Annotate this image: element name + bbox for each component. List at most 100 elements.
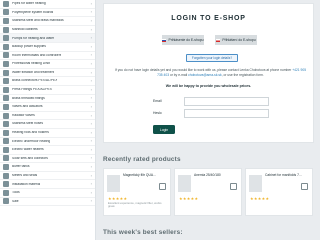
product-card[interactable]: Anemia 25/40/180 ★★★★★ (174, 168, 242, 216)
sidebar-item[interactable]: Stainless steel hoses › (0, 120, 95, 129)
czech-flag-icon (216, 38, 221, 42)
chevron-right-icon: › (90, 17, 92, 23)
product-card[interactable]: Magnetický filtr QUA... ★★★★★ Excellent … (103, 168, 171, 216)
sidebar-item-label: Valves and actuators (12, 105, 43, 109)
login-button-label: Login (159, 127, 169, 132)
chevron-right-icon: › (90, 103, 92, 109)
chevron-right-icon: › (90, 164, 92, 170)
sidebar-item[interactable]: Solar sets and collectors › (0, 155, 95, 164)
category-icon (3, 0, 9, 7)
sidebar-item[interactable]: Backup power supplies › (0, 43, 95, 52)
sidebar-item-label: Installation material (12, 182, 41, 186)
category-icon (3, 35, 9, 42)
sidebar-item[interactable]: Brass threaded fittings › (0, 95, 95, 104)
chevron-right-icon: › (90, 35, 92, 41)
sidebar-item[interactable]: Press Fittings PEX/AL/PEX › (0, 86, 95, 95)
sidebar-item[interactable]: Professional heating DWB › (0, 60, 95, 69)
product-name[interactable]: Magnetický filtr QUA... (123, 173, 170, 177)
chevron-right-icon: › (90, 26, 92, 32)
chevron-right-icon: › (90, 181, 92, 187)
contact-info-text: If you do not have login details yet and… (112, 68, 309, 78)
email-link[interactable]: chobotova@ama-sk.sk (188, 73, 222, 77)
category-icon (3, 164, 9, 171)
category-icon (3, 155, 9, 162)
chevron-right-icon: › (90, 52, 92, 58)
login-button[interactable]: Login (153, 125, 175, 134)
sidebar-item-label: Solar sets and collectors (12, 156, 48, 160)
sidebar-item[interactable]: Electric underfloor heating › (0, 138, 95, 147)
sidebar-item[interactable]: Electric water heaters › (0, 146, 95, 155)
category-icon (3, 129, 9, 136)
chevron-right-icon: › (90, 95, 92, 101)
sidebar-item-label: Sale (12, 199, 19, 203)
wholesale-note: We will be happy to provide you wholesal… (165, 84, 252, 88)
email-label: Email (153, 99, 162, 103)
email-field[interactable] (184, 97, 269, 106)
sidebar-item[interactable]: Room thermostats and controllers › (0, 52, 95, 61)
sidebar-item-label: Meters and seals (12, 174, 38, 178)
category-icon (3, 26, 9, 33)
sidebar-item-label: Professional heating DWB (12, 62, 51, 66)
sidebar-item[interactable]: Valves and actuators › (0, 103, 95, 112)
product-image (178, 175, 191, 192)
sidebar-item[interactable]: Buffer tanks › (0, 163, 95, 172)
category-icon (3, 103, 9, 110)
category-icon (3, 138, 9, 145)
contact-text-2: or by e-mail (169, 73, 189, 77)
chevron-right-icon: › (90, 43, 92, 49)
sidebar-item[interactable]: Tools › (0, 189, 95, 198)
cart-icon[interactable] (301, 183, 308, 190)
sidebar-item-label: Polyethylene system boards (12, 10, 54, 14)
category-icon (3, 69, 9, 76)
category-icon (3, 9, 9, 16)
login-sk-label: Prihlásenie do E-shopu (168, 38, 204, 42)
password-field[interactable] (184, 109, 269, 118)
chevron-right-icon: › (90, 155, 92, 161)
chevron-right-icon: › (90, 0, 92, 6)
sidebar-item[interactable]: Installation material › (0, 180, 95, 190)
sidebar-item[interactable]: Radiator valves › (0, 112, 95, 121)
product-name[interactable]: Cabinet for manifolds 7... (265, 173, 312, 177)
cart-icon[interactable] (230, 183, 237, 190)
sidebar-item[interactable]: Heating rods and holders › (0, 129, 95, 138)
category-icon (3, 146, 9, 153)
chevron-right-icon: › (90, 60, 92, 66)
sidebar-item[interactable]: Polyethylene system boards › (0, 9, 95, 18)
login-cz-label: Přihlášení do E-shopu (222, 38, 256, 42)
category-icon (3, 86, 9, 93)
product-name[interactable]: Anemia 25/40/180 (194, 173, 241, 177)
category-icon (3, 181, 9, 188)
sidebar-item-label: Radiator valves (12, 113, 35, 117)
rating-stars-icon: ★★★★★ (179, 196, 199, 201)
chevron-right-icon: › (90, 172, 92, 178)
forgot-login-label: Forgotten your login details? (191, 56, 233, 60)
sidebar-item[interactable]: Stainless steel and brass manifolds › (0, 17, 95, 26)
sidebar-item[interactable]: Brass connectors PEX/AL/PEX › (0, 77, 95, 86)
chevron-right-icon: › (90, 78, 92, 84)
sidebar-item-label: Stainless steel hoses (12, 122, 43, 126)
product-card[interactable]: Cabinet for manifolds 7... ★★★★★ (245, 168, 313, 216)
login-card: LOGIN TO E-SHOP Prihlásenie do E-shopu P… (103, 3, 314, 143)
product-review: Excellent experience, magnetic filter, w… (108, 201, 162, 209)
cart-icon[interactable] (159, 183, 166, 190)
category-icon (3, 189, 9, 196)
sidebar-item[interactable]: Manifold cabinets › (0, 26, 95, 35)
category-icon (3, 112, 9, 119)
sidebar-item[interactable]: Sale › (0, 198, 95, 207)
category-icon (3, 60, 9, 67)
login-sk-button[interactable]: Prihlásenie do E-shopu (162, 35, 204, 45)
chevron-right-icon: › (90, 129, 92, 135)
category-icon (3, 121, 9, 128)
sidebar-item-label: Room thermostats and controllers (12, 53, 62, 57)
forgot-login-button[interactable]: Forgotten your login details? (186, 54, 238, 62)
login-cz-button[interactable]: Přihlášení do E-shopu (215, 35, 257, 45)
rating-stars-icon: ★★★★★ (250, 196, 270, 201)
recently-rated-title: Recently rated products (103, 156, 181, 163)
category-sidebar: Pipes for water heating › Polyethylene sys… (0, 0, 96, 240)
sidebar-item[interactable]: Pipes for water heating › (0, 0, 95, 9)
sidebar-item[interactable]: Pumps for heating and water › (0, 34, 95, 43)
sidebar-item[interactable]: Meters and seals › (0, 172, 95, 181)
sidebar-item[interactable]: Water filtration and treatment › (0, 69, 95, 78)
product-image (249, 175, 262, 192)
sidebar-item-label: Water filtration and treatment (12, 70, 55, 74)
